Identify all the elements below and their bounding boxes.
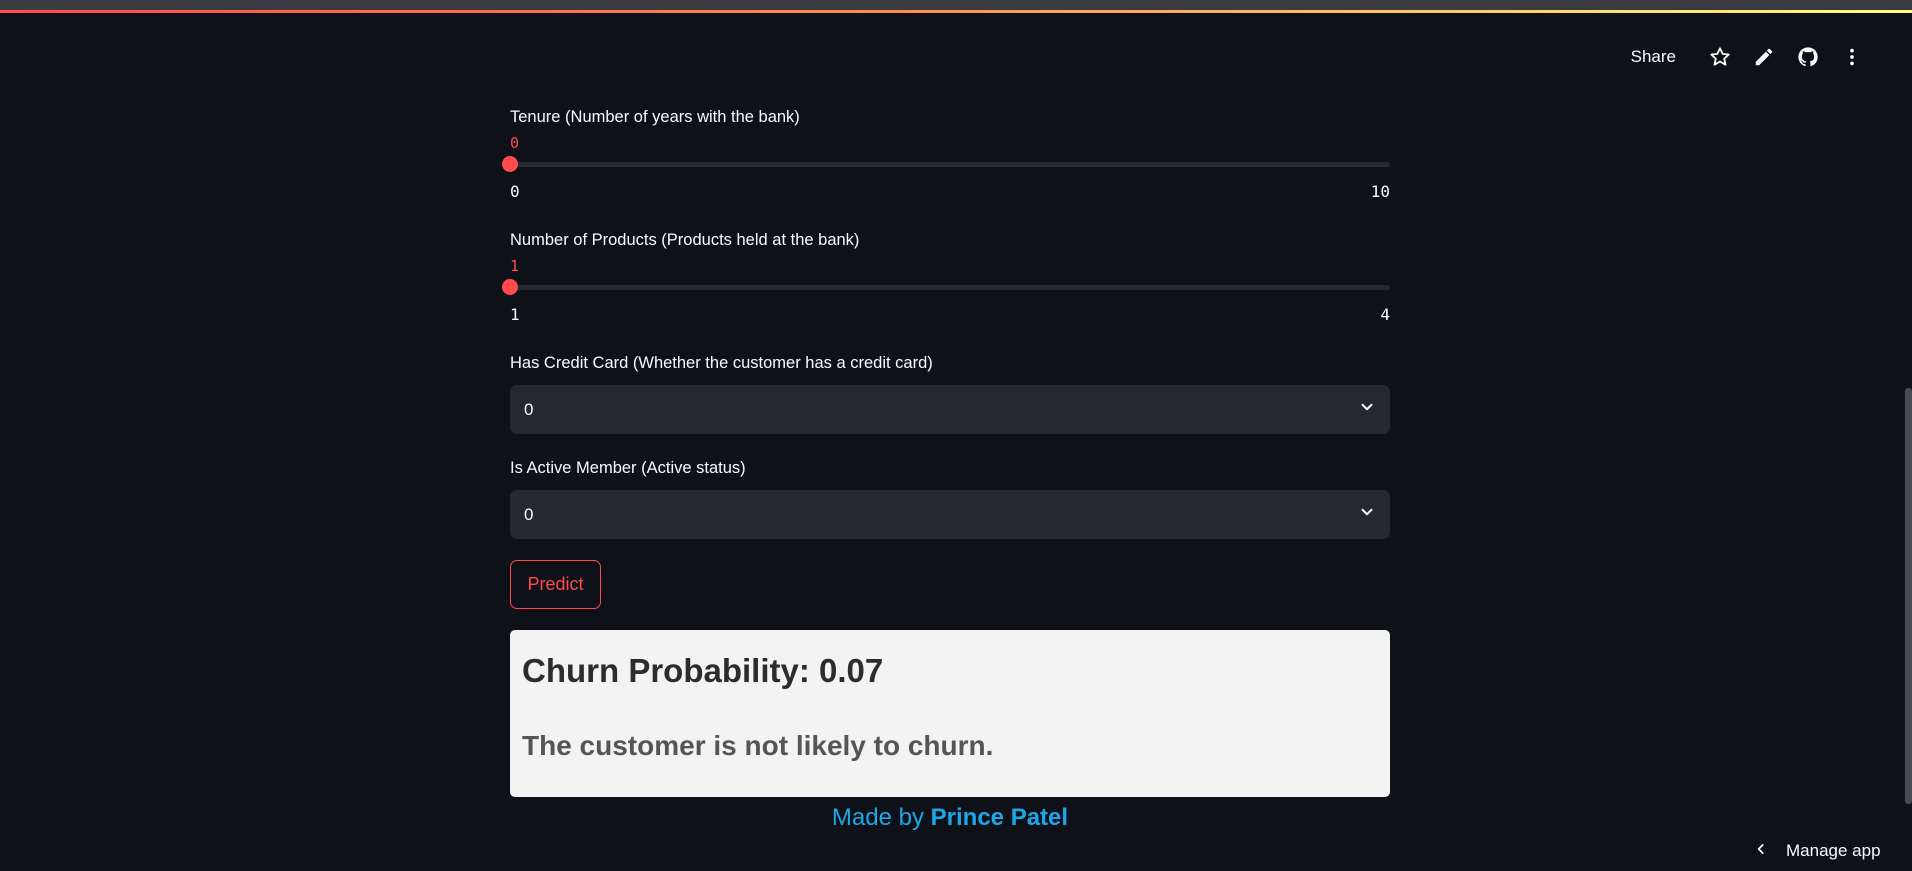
chevron-down-icon [1358, 398, 1376, 421]
has-credit-card-select[interactable]: 0 [510, 385, 1390, 434]
page-scrollbar[interactable] [1905, 388, 1912, 804]
is-active-member-label: Is Active Member (Active status) [510, 459, 746, 477]
github-icon[interactable] [1786, 40, 1830, 74]
manage-app-button[interactable]: Manage app [1732, 831, 1912, 871]
footer-credit: Made by Prince Patel [510, 804, 1390, 832]
chevron-down-icon [1358, 503, 1376, 526]
chevron-left-icon [1754, 842, 1768, 861]
is-active-member-select[interactable]: 0 [510, 490, 1390, 539]
num-products-slider-thumb[interactable] [502, 279, 518, 295]
num-products-min-label: 1 [510, 305, 520, 324]
tenure-current-value: 0 [510, 134, 520, 152]
app-toolbar: Share [1617, 40, 1874, 74]
share-button[interactable]: Share [1617, 41, 1690, 73]
tenure-slider-thumb[interactable] [502, 156, 518, 172]
footer-prefix: Made by [831, 804, 924, 831]
tenure-tick-row: 0 10 [510, 182, 1390, 202]
tenure-max-label: 10 [1370, 182, 1390, 201]
edit-icon[interactable] [1742, 40, 1786, 74]
star-icon[interactable] [1698, 40, 1742, 74]
tenure-min-label: 0 [510, 182, 520, 201]
is-active-member-value: 0 [524, 504, 534, 524]
num-products-label: Number of Products (Products held at the… [510, 231, 860, 249]
tenure-slider[interactable] [502, 156, 1390, 172]
author-link[interactable]: Prince Patel [931, 804, 1068, 831]
more-vertical-icon[interactable] [1830, 40, 1874, 74]
has-credit-card-value: 0 [524, 399, 534, 419]
has-credit-card-label: Has Credit Card (Whether the customer ha… [510, 354, 933, 372]
churn-result-message: The customer is not likely to churn. [522, 730, 994, 761]
manage-app-label: Manage app [1786, 841, 1881, 860]
predict-button[interactable]: Predict [510, 560, 601, 609]
num-products-current-value: 1 [510, 257, 520, 275]
header-decoration-bar [0, 10, 1912, 13]
tenure-label: Tenure (Number of years with the bank) [510, 108, 800, 126]
num-products-slider[interactable] [502, 279, 1390, 295]
churn-probability-heading: Churn Probability: 0.07 [522, 652, 884, 689]
num-products-tick-row: 1 4 [510, 305, 1390, 325]
result-card: Churn Probability: 0.07 The customer is … [510, 630, 1390, 797]
num-products-max-label: 4 [1380, 305, 1390, 324]
